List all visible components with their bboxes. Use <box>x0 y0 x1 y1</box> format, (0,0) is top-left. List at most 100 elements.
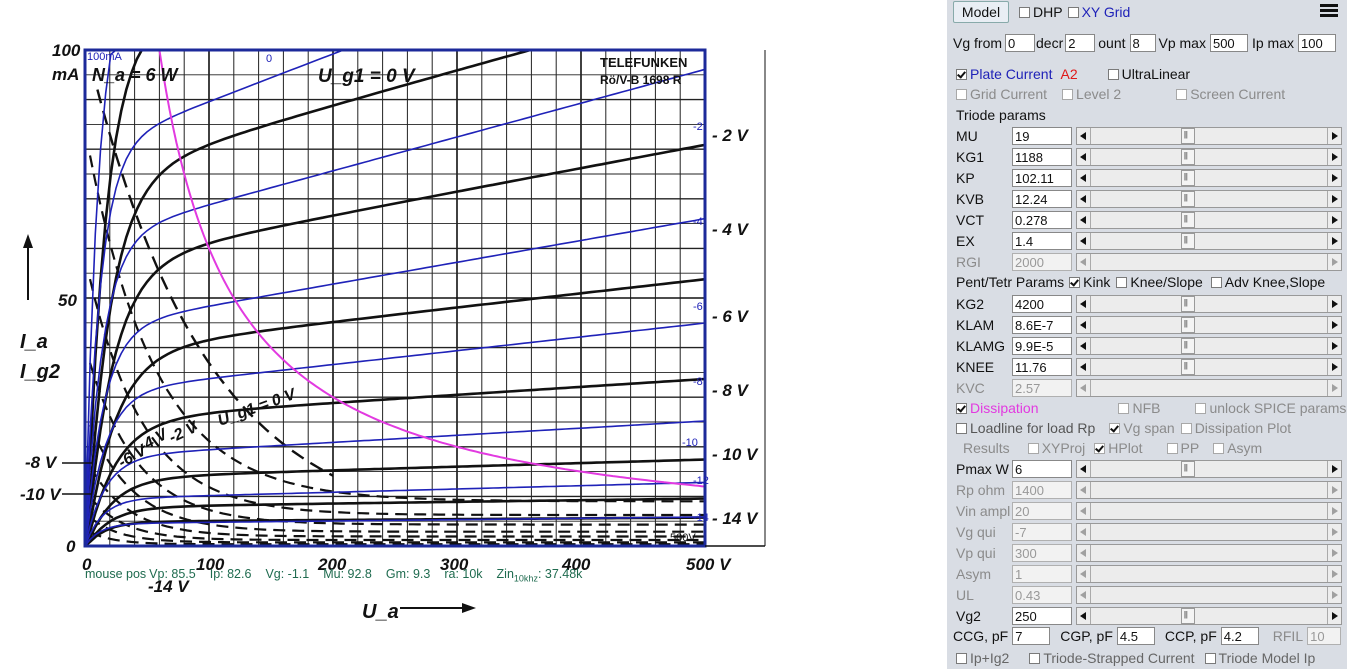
knee-slope-checkbox[interactable] <box>1116 276 1128 288</box>
vg-from-input[interactable]: 0 <box>1005 34 1036 52</box>
param-slider-rgi[interactable] <box>1076 253 1342 271</box>
slider-right-arrow-icon[interactable] <box>1327 380 1341 396</box>
slider-left-arrow-icon[interactable] <box>1077 461 1091 477</box>
ultralinear-checkbox[interactable] <box>1107 68 1119 80</box>
param-slider-asym[interactable] <box>1076 565 1342 583</box>
param-slider-knee[interactable] <box>1076 358 1342 376</box>
vg-span-checkbox[interactable] <box>1109 422 1121 434</box>
param-slider-vp-qui[interactable] <box>1076 544 1342 562</box>
param-input-kvb[interactable]: 12.24 <box>1012 190 1072 208</box>
dissipation-checkbox[interactable] <box>956 402 967 414</box>
param-slider-ex[interactable] <box>1076 232 1342 250</box>
slider-right-arrow-icon[interactable] <box>1327 212 1341 228</box>
param-input-pmax-w[interactable]: 6 <box>1012 460 1072 478</box>
hplot-checkbox[interactable] <box>1094 442 1106 454</box>
param-input-klam[interactable]: 8.6E-7 <box>1012 316 1072 334</box>
param-slider-mu[interactable] <box>1076 127 1342 145</box>
ccp-input[interactable]: 4.2 <box>1220 627 1259 645</box>
decr-input[interactable]: 2 <box>1065 34 1096 52</box>
slider-left-arrow-icon[interactable] <box>1077 317 1091 333</box>
param-slider-vin-ampl[interactable] <box>1076 502 1342 520</box>
slider-left-arrow-icon[interactable] <box>1077 149 1091 165</box>
param-slider-vg-qui[interactable] <box>1076 523 1342 541</box>
slider-thumb[interactable] <box>1180 170 1195 186</box>
slider-left-arrow-icon[interactable] <box>1077 608 1091 624</box>
param-slider-klam[interactable] <box>1076 316 1342 334</box>
slider-right-arrow-icon[interactable] <box>1327 461 1341 477</box>
loadline-checkbox[interactable] <box>956 422 967 434</box>
slider-right-arrow-icon[interactable] <box>1327 608 1341 624</box>
unlock-spice-checkbox[interactable] <box>1195 402 1207 414</box>
slider-left-arrow-icon[interactable] <box>1077 233 1091 249</box>
param-input-rgi[interactable]: 2000 <box>1012 253 1072 271</box>
slider-left-arrow-icon[interactable] <box>1077 191 1091 207</box>
slider-right-arrow-icon[interactable] <box>1327 128 1341 144</box>
param-input-ex[interactable]: 1.4 <box>1012 232 1072 250</box>
param-slider-kvc[interactable] <box>1076 379 1342 397</box>
param-slider-vg2[interactable] <box>1076 607 1342 625</box>
dhp-checkbox[interactable] <box>1019 6 1030 18</box>
slider-left-arrow-icon[interactable] <box>1077 338 1091 354</box>
ipig2-checkbox[interactable] <box>956 652 967 664</box>
slider-right-arrow-icon[interactable] <box>1327 170 1341 186</box>
slider-thumb[interactable] <box>1180 149 1195 165</box>
slider-thumb[interactable] <box>1180 461 1195 477</box>
param-input-asym[interactable]: 1 <box>1012 565 1072 583</box>
slider-right-arrow-icon[interactable] <box>1327 587 1341 603</box>
slider-left-arrow-icon[interactable] <box>1077 566 1091 582</box>
plate-current-checkbox[interactable] <box>956 68 967 80</box>
param-input-vin-ampl[interactable]: 20 <box>1012 502 1072 520</box>
param-input-vg-qui[interactable]: -7 <box>1012 523 1072 541</box>
slider-left-arrow-icon[interactable] <box>1077 503 1091 519</box>
grid-current-checkbox[interactable] <box>956 88 967 100</box>
param-slider-rp-ohm[interactable] <box>1076 481 1342 499</box>
param-input-vg2[interactable]: 250 <box>1012 607 1072 625</box>
level2-checkbox[interactable] <box>1062 88 1074 100</box>
ccg-input[interactable]: 7 <box>1012 627 1051 645</box>
param-slider-kp[interactable] <box>1076 169 1342 187</box>
param-slider-kg1[interactable] <box>1076 148 1342 166</box>
param-slider-klamg[interactable] <box>1076 337 1342 355</box>
param-input-klamg[interactable]: 9.9E-5 <box>1012 337 1072 355</box>
param-input-ul[interactable]: 0.43 <box>1012 586 1072 604</box>
slider-thumb[interactable] <box>1180 317 1195 333</box>
param-slider-vct[interactable] <box>1076 211 1342 229</box>
xyproj-checkbox[interactable] <box>1027 442 1039 454</box>
slider-thumb[interactable] <box>1180 359 1195 375</box>
param-input-kg2[interactable]: 4200 <box>1012 295 1072 313</box>
param-slider-pmax-w[interactable] <box>1076 460 1342 478</box>
nfb-checkbox[interactable] <box>1118 402 1130 414</box>
triode-strapped-checkbox[interactable] <box>1029 652 1041 664</box>
slider-left-arrow-icon[interactable] <box>1077 380 1091 396</box>
rfil-input[interactable]: 10 <box>1307 627 1342 645</box>
slider-right-arrow-icon[interactable] <box>1327 482 1341 498</box>
slider-left-arrow-icon[interactable] <box>1077 545 1091 561</box>
slider-right-arrow-icon[interactable] <box>1327 191 1341 207</box>
plot-area[interactable]: 100 mA 50 0 100mA 500V 0 100 200 300 400… <box>0 0 945 669</box>
menu-icon[interactable] <box>1320 4 1338 18</box>
model-button[interactable]: Model <box>953 1 1009 23</box>
slider-left-arrow-icon[interactable] <box>1077 524 1091 540</box>
param-input-kvc[interactable]: 2.57 <box>1012 379 1072 397</box>
slider-thumb[interactable] <box>1180 296 1195 312</box>
slider-right-arrow-icon[interactable] <box>1327 254 1341 270</box>
count-input[interactable]: 8 <box>1129 34 1156 52</box>
param-slider-kvb[interactable] <box>1076 190 1342 208</box>
triode-model-ip-checkbox[interactable] <box>1204 652 1216 664</box>
slider-left-arrow-icon[interactable] <box>1077 359 1091 375</box>
slider-left-arrow-icon[interactable] <box>1077 212 1091 228</box>
slider-left-arrow-icon[interactable] <box>1077 254 1091 270</box>
param-input-vct[interactable]: 0.278 <box>1012 211 1072 229</box>
param-input-kg1[interactable]: 1188 <box>1012 148 1072 166</box>
slider-thumb[interactable] <box>1180 608 1195 624</box>
pp-checkbox[interactable] <box>1166 442 1178 454</box>
slider-left-arrow-icon[interactable] <box>1077 296 1091 312</box>
param-input-vp-qui[interactable]: 300 <box>1012 544 1072 562</box>
param-input-rp-ohm[interactable]: 1400 <box>1012 481 1072 499</box>
slider-right-arrow-icon[interactable] <box>1327 545 1341 561</box>
slider-left-arrow-icon[interactable] <box>1077 170 1091 186</box>
xygrid-checkbox[interactable] <box>1067 6 1079 18</box>
slider-thumb[interactable] <box>1180 338 1195 354</box>
slider-right-arrow-icon[interactable] <box>1327 338 1341 354</box>
param-input-knee[interactable]: 11.76 <box>1012 358 1072 376</box>
